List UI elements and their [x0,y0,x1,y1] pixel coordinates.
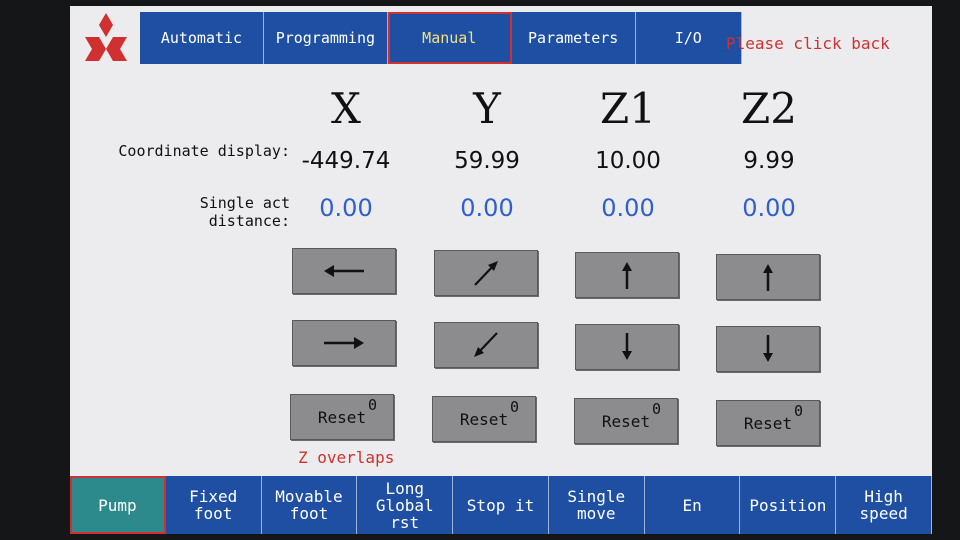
tab-parameters[interactable]: Parameters [512,12,636,64]
high-speed-button[interactable]: High speed [836,476,932,534]
pump-button[interactable]: Pump [70,476,166,534]
reset-x-button[interactable]: Reset 0 [290,394,394,440]
fixed-foot-button[interactable]: Fixed foot [166,476,262,534]
axis-header-z2: Z2 [741,84,797,133]
axis-header-x: X [331,84,361,133]
arrow-up-icon [622,262,632,289]
distance-y-value[interactable]: 0.00 [417,194,557,222]
reset-x-count: 0 [367,396,377,414]
arrow-up-right-icon [474,261,498,286]
arrow-left-icon [324,265,364,277]
reset-z2-label: Reset [743,413,793,433]
jog-y-plus-button[interactable] [434,250,538,296]
reset-y-label: Reset [459,409,509,429]
jog-z1-up-button[interactable] [575,252,679,298]
jog-x-plus-button[interactable] [292,320,396,366]
reset-x-label: Reset [317,407,367,427]
reset-z2-count: 0 [793,402,803,420]
coordinate-z1-value: 10.00 [595,148,661,174]
jog-z2-down-button[interactable] [716,326,820,372]
movable-foot-button[interactable]: Movable foot [262,476,358,534]
coordinate-x-value: -449.74 [301,148,391,174]
tab-programming[interactable]: Programming [264,12,388,64]
arrow-down-left-icon [474,332,498,357]
position-button[interactable]: Position [740,476,837,534]
jog-z2-up-button[interactable] [716,254,820,300]
stop-it-button[interactable]: Stop it [453,476,549,534]
reset-z1-count: 0 [651,400,661,418]
arrow-up-icon [763,264,773,291]
bottom-function-bar: Pump Fixed foot Movable foot Long Global… [70,476,932,534]
distance-z2-value[interactable]: 0.00 [699,194,839,222]
distance-z1-value[interactable]: 0.00 [558,194,698,222]
tab-automatic[interactable]: Automatic [140,12,264,64]
coordinate-z2-value: 9.99 [743,148,795,174]
arrow-right-icon [324,337,364,349]
coordinate-y-value: 59.99 [454,148,520,174]
distance-x-value[interactable]: 0.00 [276,194,416,222]
axis-header-y: Y [473,84,501,133]
reset-z1-label: Reset [601,411,651,431]
mitsubishi-logo [85,13,127,61]
single-move-button[interactable]: Single move [549,476,645,534]
z-overlaps-warning: Z overlaps [298,448,395,467]
single-act-distance-label: Single act distance: [199,194,290,230]
reset-y-button[interactable]: Reset 0 [432,396,536,442]
en-button[interactable]: En [645,476,741,534]
arrow-down-icon [622,333,632,360]
reset-z1-button[interactable]: Reset 0 [574,398,678,444]
back-hint-text: Please click back [726,34,890,53]
coordinate-display-label: Coordinate display: [118,142,290,160]
jog-x-minus-button[interactable] [292,248,396,294]
jog-z1-down-button[interactable] [575,324,679,370]
reset-z2-button[interactable]: Reset 0 [716,400,820,446]
axis-header-z1: Z1 [600,84,656,133]
jog-y-minus-button[interactable] [434,322,538,368]
long-global-reset-button[interactable]: Long Global rst [357,476,454,534]
tab-manual[interactable]: Manual [387,12,512,64]
hmi-screen: Automatic Programming Manual Parameters … [70,6,932,534]
reset-y-count: 0 [509,398,519,416]
top-tab-bar: Automatic Programming Manual Parameters … [140,12,742,64]
arrow-down-icon [763,335,773,362]
